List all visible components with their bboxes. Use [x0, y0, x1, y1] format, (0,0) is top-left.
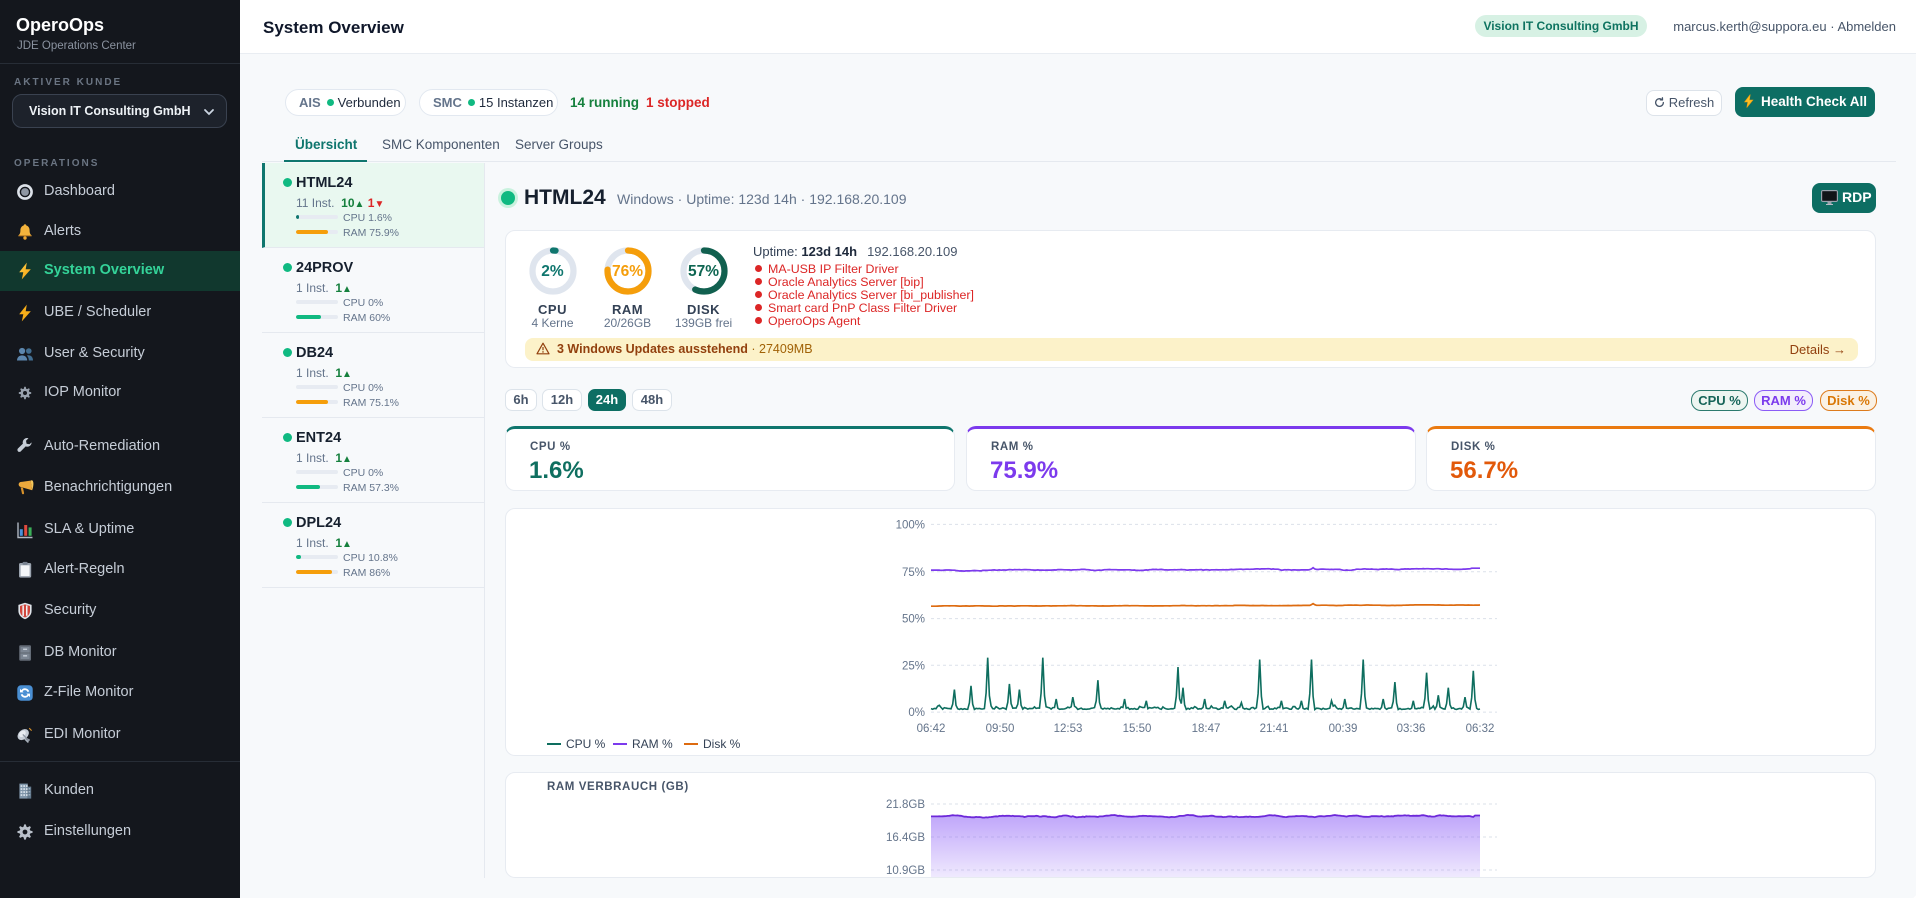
svg-text:50%: 50%: [902, 614, 925, 626]
svg-text:100%: 100%: [896, 519, 925, 531]
svg-text:06:32: 06:32: [1466, 723, 1495, 735]
svg-text:75%: 75%: [902, 567, 925, 579]
svg-text:21.8GB: 21.8GB: [886, 799, 925, 811]
svg-text:10.9GB: 10.9GB: [886, 865, 925, 877]
svg-text:CPU %: CPU %: [566, 737, 606, 751]
svg-text:18:47: 18:47: [1192, 723, 1221, 735]
svg-text:0%: 0%: [908, 707, 925, 719]
svg-text:25%: 25%: [902, 660, 925, 672]
svg-text:00:39: 00:39: [1329, 723, 1358, 735]
svg-text:RAM %: RAM %: [632, 737, 673, 751]
svg-text:16.4GB: 16.4GB: [886, 832, 925, 844]
svg-text:21:41: 21:41: [1260, 723, 1289, 735]
svg-text:09:50: 09:50: [986, 723, 1015, 735]
svg-text:12:53: 12:53: [1054, 723, 1083, 735]
svg-text:03:36: 03:36: [1397, 723, 1426, 735]
svg-text:15:50: 15:50: [1123, 723, 1152, 735]
svg-text:Disk %: Disk %: [703, 737, 741, 751]
svg-text:06:42: 06:42: [917, 723, 946, 735]
